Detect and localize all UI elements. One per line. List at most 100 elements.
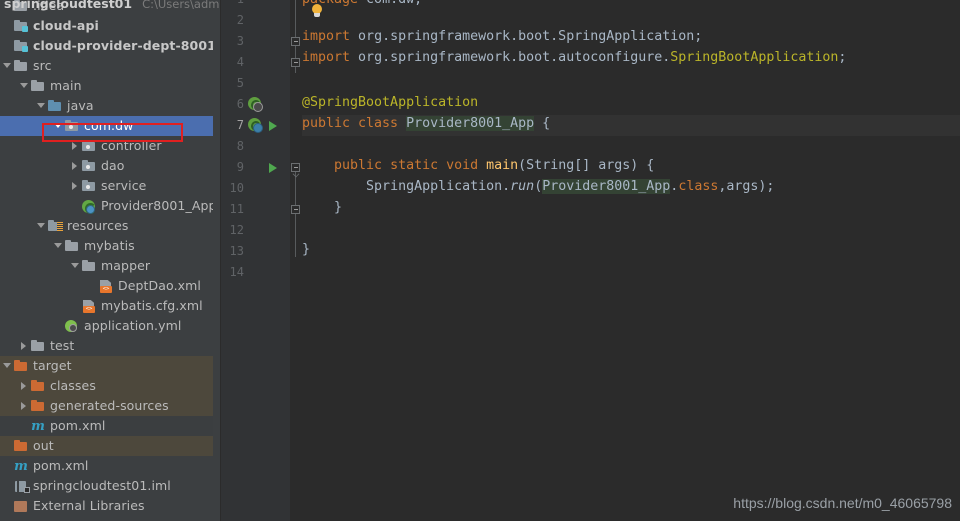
chevron-right-icon[interactable] (70, 176, 81, 196)
chevron-down-icon[interactable] (2, 56, 13, 76)
fold-marker-method-9[interactable] (291, 163, 300, 172)
chevron-right-icon[interactable] (19, 336, 30, 356)
chevron-down-icon[interactable] (53, 236, 64, 256)
folder-orange-icon (30, 378, 47, 394)
tree-item-label: pom.xml (50, 418, 106, 433)
chevron-right-icon[interactable] (19, 396, 30, 416)
tree-item-pom-xml[interactable]: m pom.xml (0, 416, 220, 436)
gutter-line-8[interactable]: 8 (220, 136, 290, 157)
spring-bean-config-icon[interactable] (248, 118, 263, 133)
chevron-down-icon[interactable] (19, 76, 30, 96)
project-tool-window[interactable]: springcloudtest01 C:\Users\admin\D .idea… (0, 0, 220, 521)
fold-marker-import-3[interactable] (291, 37, 300, 46)
tree-scrollbar[interactable] (213, 0, 220, 521)
package-folder-icon (81, 138, 98, 154)
gutter-line-3[interactable]: 3 (220, 31, 290, 52)
tree-item-label: controller (101, 138, 162, 153)
gutter-line-11[interactable]: 11 (220, 199, 290, 220)
token-args-10: ,args); (718, 179, 775, 194)
tree-item-dao[interactable]: dao (0, 156, 220, 176)
package-folder-icon (81, 178, 98, 194)
gutter-line-13[interactable]: 13 (220, 241, 290, 262)
tree-item-resources[interactable]: resources (0, 216, 220, 236)
chevron-down-icon[interactable] (70, 256, 81, 276)
tree-item-label: mapper (101, 258, 151, 273)
editor-gutter[interactable]: 1234567891011121314 (220, 0, 290, 521)
fold-marker-method-end-11[interactable] (291, 205, 300, 214)
module-folder-icon (13, 38, 30, 54)
chevron-right-icon[interactable] (19, 376, 30, 396)
tree-item-src[interactable]: src (0, 56, 220, 76)
tree-item-label: springcloudtest01.iml (33, 478, 171, 493)
tree-item-test[interactable]: test (0, 336, 220, 356)
tree-item-cloud-api[interactable]: cloud-api (0, 16, 220, 36)
tree-item-main[interactable]: main (0, 76, 220, 96)
gutter-line-10[interactable]: 10 (220, 178, 290, 199)
code-line-10: SpringApplication.run(Provider8001_App.c… (302, 176, 960, 197)
fold-gutter[interactable] (290, 0, 302, 521)
project-root-header[interactable]: springcloudtest01 C:\Users\admin\D (0, 0, 220, 12)
tree-item-label: External Libraries (33, 498, 145, 513)
token-springapplication: SpringApplication. (366, 179, 511, 194)
tree-arrow-spacer (19, 416, 30, 436)
tree-item-mybatis-cfg-xml[interactable]: <> mybatis.cfg.xml (0, 296, 220, 316)
run-class-icon[interactable] (269, 121, 277, 131)
chevron-right-icon[interactable] (70, 156, 81, 176)
chevron-down-icon[interactable] (53, 116, 64, 136)
tree-item-provider8001-app[interactable]: Provider8001_App (0, 196, 220, 216)
iml-file-icon (13, 478, 30, 494)
chevron-right-icon[interactable] (70, 136, 81, 156)
gutter-line-9[interactable]: 9 (220, 157, 290, 178)
gutter-line-14[interactable]: 14 (220, 262, 290, 283)
tree-item-deptdao-xml[interactable]: <> DeptDao.xml (0, 276, 220, 296)
code-line-4: import org.springframework.boot.autoconf… (302, 47, 960, 68)
gutter-line-12[interactable]: 12 (220, 220, 290, 241)
tree-item-com-dw[interactable]: com.dw (0, 116, 220, 136)
tree-item-java[interactable]: java (0, 96, 220, 116)
tree-item-mybatis[interactable]: mybatis (0, 236, 220, 256)
spring-bean-icon[interactable] (248, 97, 263, 112)
tree-item-springcloudtest01-iml[interactable]: springcloudtest01.iml (0, 476, 220, 496)
gutter-line-1[interactable]: 1 (220, 0, 290, 10)
fold-marker-import-4[interactable] (291, 58, 300, 67)
tree-item-label: application.yml (84, 318, 182, 333)
chevron-down-icon[interactable] (36, 216, 47, 236)
token-annotation-type-4: SpringBootApplication (670, 50, 839, 65)
tree-item-cloud-provider-dept-8001[interactable]: cloud-provider-dept-8001 (0, 36, 220, 56)
code-content[interactable]: package com.dw; import org.springframewo… (302, 0, 960, 521)
tree-item-out[interactable]: out (0, 436, 220, 456)
token-main-signature: (String[] args) { (518, 158, 655, 173)
gutter-line-4[interactable]: 4 (220, 52, 290, 73)
tree-item-application-yml[interactable]: application.yml (0, 316, 220, 336)
tree-item-mapper[interactable]: mapper (0, 256, 220, 276)
tree-item-pom-xml[interactable]: m pom.xml (0, 456, 220, 476)
token-class-name: Provider8001_App (406, 116, 535, 131)
run-method-icon[interactable] (269, 163, 277, 173)
token-close-brace-13: } (302, 242, 311, 257)
project-tree[interactable]: .idea cloud-api cloud-provider-dept-8001 sr… (0, 0, 220, 516)
tree-item-generated-sources[interactable]: generated-sources (0, 396, 220, 416)
tree-item-classes[interactable]: classes (0, 376, 220, 396)
tree-item-label: cloud-api (33, 18, 99, 33)
tree-arrow-spacer (87, 276, 98, 296)
code-editor[interactable]: 1234567891011121314 package com.dw; impo… (220, 0, 960, 521)
pane-divider[interactable] (220, 0, 221, 521)
gutter-line-5[interactable]: 5 (220, 73, 290, 94)
maven-file-icon: m (31, 419, 45, 434)
gutter-line-2[interactable]: 2 (220, 10, 290, 31)
intention-bulb-icon[interactable] (311, 4, 324, 18)
tree-item-controller[interactable]: controller (0, 136, 220, 156)
chevron-down-icon[interactable] (2, 356, 13, 376)
tree-item-label: resources (67, 218, 129, 233)
chevron-down-icon[interactable] (36, 96, 47, 116)
tree-item-external-libraries[interactable]: External Libraries (0, 496, 220, 516)
line-number: 14 (229, 265, 244, 279)
line-number: 12 (229, 223, 244, 237)
code-line-9: public static void main(String[] args) { (302, 155, 960, 176)
tree-item-service[interactable]: service (0, 176, 220, 196)
module-folder-icon (13, 18, 30, 34)
tree-item-label: mybatis (84, 238, 135, 253)
token-indent-9 (302, 158, 334, 173)
tree-item-target[interactable]: target (0, 356, 220, 376)
watermark-url: https://blog.csdn.net/m0_46065798 (733, 495, 952, 511)
